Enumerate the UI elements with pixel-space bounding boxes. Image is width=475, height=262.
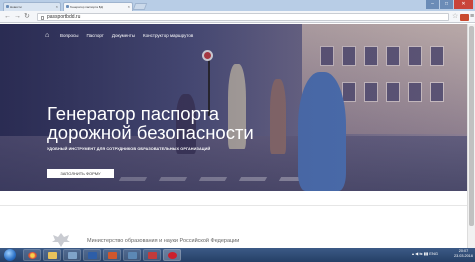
tab-close-icon[interactable]: × xyxy=(128,4,130,9)
tab-title: Новости xyxy=(10,5,22,9)
nav-item-route-builder[interactable]: Конструктор маршрутов xyxy=(143,33,193,38)
emblem-eagle-icon xyxy=(52,233,70,247)
fill-form-button[interactable]: ЗАПОЛНИТЬ ФОРМУ xyxy=(47,169,114,178)
taskbar-word-icon[interactable] xyxy=(83,249,101,261)
extension-icon[interactable] xyxy=(460,14,469,21)
new-tab-button[interactable] xyxy=(132,3,148,10)
taskbar-explorer-icon[interactable] xyxy=(43,249,61,261)
home-icon[interactable]: ⌂ xyxy=(45,32,52,39)
hero-title-line-2: дорожной безопасности xyxy=(47,122,254,143)
reload-icon[interactable]: ↻ xyxy=(24,12,30,22)
address-bar-row: ← → ↻ passportbdd.ru ☆ ≡ xyxy=(0,11,475,23)
browser-tab-generator[interactable]: Генератор паспорта БД × xyxy=(63,2,133,11)
taskbar-media-icon[interactable] xyxy=(123,249,141,261)
back-arrow-icon[interactable]: ← xyxy=(4,12,11,22)
os-taskbar: ▴ ◀ ⇆ ▮▮ ENG 20:07 23.03.2016 xyxy=(0,248,475,262)
nav-item-documents[interactable]: Документы xyxy=(112,33,135,38)
ministry-label: Министерство образования и науки Российс… xyxy=(87,238,240,244)
taskbar-powerpoint-icon[interactable] xyxy=(103,249,121,261)
clock-date: 23.03.2016 xyxy=(454,254,474,258)
url-field[interactable]: passportbdd.ru xyxy=(37,13,449,21)
browser-menu-icon[interactable]: ≡ xyxy=(470,12,474,22)
hero-subtitle: УДОБНЫЙ ИНСТРУМЕНТ ДЛЯ СОТРУДНИКОВ ОБРАЗ… xyxy=(47,147,211,151)
forward-arrow-icon[interactable]: → xyxy=(14,12,21,22)
taskbar-app-icon[interactable] xyxy=(63,249,81,261)
main-nav: ⌂ Вопросы Паспорт Документы Конструктор … xyxy=(45,31,193,39)
taskbar-pdf-icon[interactable] xyxy=(143,249,161,261)
system-tray[interactable]: ▴ ◀ ⇆ ▮▮ ENG xyxy=(412,251,438,256)
keyboard-language[interactable]: ENG xyxy=(429,251,438,256)
page-icon xyxy=(41,16,44,20)
maximize-button[interactable]: □ xyxy=(440,0,453,9)
nav-item-questions[interactable]: Вопросы xyxy=(60,33,78,38)
start-button[interactable] xyxy=(4,249,16,261)
scrollbar-thumb[interactable] xyxy=(469,26,474,226)
close-window-button[interactable]: ✕ xyxy=(454,0,473,9)
url-text: passportbdd.ru xyxy=(47,14,81,20)
divider xyxy=(0,205,467,206)
clock[interactable]: 20:07 23.03.2016 xyxy=(454,249,473,259)
nav-item-passport[interactable]: Паспорт xyxy=(86,33,103,38)
page-scrollbar[interactable] xyxy=(467,24,475,248)
tab-favicon-icon xyxy=(6,5,9,8)
tab-favicon-icon xyxy=(66,5,69,8)
tab-close-icon[interactable]: × xyxy=(56,4,58,9)
hero-title-line-1: Генератор паспорта xyxy=(47,103,220,124)
browser-tab-news[interactable]: Новости × xyxy=(3,2,61,11)
screen: Новости × Генератор паспорта БД × – □ ✕ … xyxy=(0,0,475,262)
browser-tab-bar: Новости × Генератор паспорта БД × – □ ✕ xyxy=(0,0,475,11)
taskbar-opera-icon[interactable] xyxy=(163,249,181,261)
bookmark-star-icon[interactable]: ☆ xyxy=(452,12,458,22)
minimize-button[interactable]: – xyxy=(426,0,439,9)
tab-title: Генератор паспорта БД xyxy=(70,5,103,9)
taskbar-chrome-icon[interactable] xyxy=(23,249,41,261)
